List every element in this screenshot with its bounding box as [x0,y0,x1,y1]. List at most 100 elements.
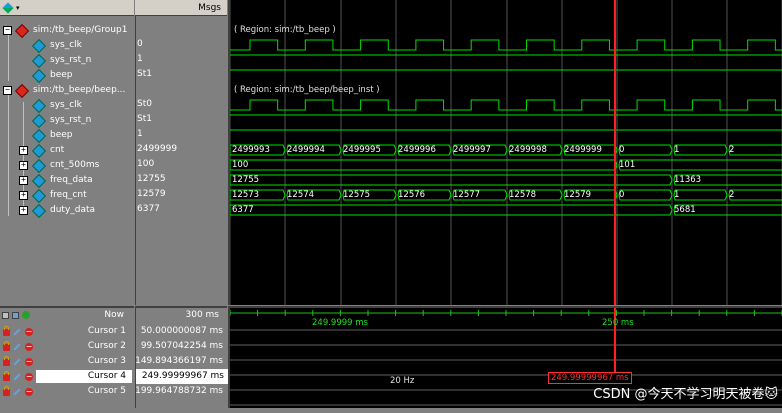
edit-icon[interactable] [13,388,21,396]
remove-icon[interactable]: − [25,343,33,351]
cursor-value: 50.000000087 ms [140,326,223,336]
cursor-value: 99.507042254 ms [140,341,223,351]
remove-icon[interactable]: − [25,328,33,336]
add-cursor-icon[interactable] [2,312,9,319]
bus-freq-cnt-segment [728,189,782,201]
tree-label: sys_clk [50,100,82,110]
tree-row-freq-cnt[interactable]: + freq_cnt [0,188,134,204]
dropdown-arrow-icon[interactable]: ▾ [16,4,20,12]
edit-icon[interactable] [13,358,21,366]
cursor-toolbar-icon[interactable] [12,312,19,319]
signal-diamond-icon [31,68,47,84]
tree-row-sys-clk[interactable]: sys_clk [0,38,134,54]
region-label-inst: ( Region: sim:/tb_beep/beep_inst ) [234,85,380,95]
bus-value: 1 [674,145,680,155]
watermark: CSDN @今天不学习明天被卷🐱 [593,387,778,402]
bus-value: 1 [674,190,680,200]
bus-value: 0 [619,145,625,155]
bus-cnt-segment [673,144,728,156]
tree-row-inst-sys-clk[interactable]: sys_clk [0,98,134,114]
msgs-header: Msgs [135,0,227,16]
tree-row-group1[interactable]: − sim:/tb_beep/Group1 [0,23,134,39]
cursor-value: 149.894366197 ms [135,356,223,366]
cursor-label: Cursor 4 [87,371,126,381]
bus-value: 12578 [509,190,537,200]
tree-label: sys_rst_n [50,115,92,125]
signal-diamond-icon [31,128,47,144]
cursor-value-selected[interactable]: 249.99999967 ms [136,369,228,384]
signal-tree: − sim:/tb_beep/Group1 sys_clk sys_rst_n … [0,16,134,306]
signal-diamond-icon [31,38,47,54]
clock-wave [230,39,782,51]
bus-value: 12575 [343,190,371,200]
bus-value: 2499996 [398,145,436,155]
timeline-right-label: 250 ms [602,318,634,328]
tree-row-beep[interactable]: beep [0,68,134,84]
tree-row-inst-beep[interactable]: beep [0,128,134,144]
tree-row-freq-data[interactable]: + freq_data [0,173,134,189]
value-cell: 2499999 [137,144,178,154]
edit-icon[interactable] [13,373,21,381]
wave-toolbar-icon[interactable] [2,2,14,14]
collapse-icon[interactable]: − [3,86,12,95]
expand-icon[interactable]: + [19,146,28,155]
value-cell: 100 [137,159,155,169]
tree-label: cnt_500ms [50,160,100,170]
lock-icon[interactable] [3,371,10,381]
value-cell: 12755 [137,174,166,184]
lock-icon[interactable] [3,341,10,351]
cursor-row-selected[interactable]: − Cursor 4 [0,369,134,384]
bus-value: 12579 [564,190,592,200]
add-icon[interactable] [22,311,30,319]
bus-cnt-segment [728,144,782,156]
remove-icon[interactable]: − [25,388,33,396]
tree-label: duty_data [50,205,96,215]
edit-icon[interactable] [13,343,21,351]
waveform-panel[interactable]: ( Region: sim:/tb_beep ) ( Region: sim:/… [228,0,782,305]
tree-row-cnt-500ms[interactable]: + cnt_500ms [0,158,134,174]
cursor-label: Cursor 3 [87,356,126,366]
bus-value: 2499999 [564,145,602,155]
bus-diamond-icon [31,158,47,174]
delta-label: 20 Hz [390,376,415,386]
expand-icon[interactable]: + [19,191,28,200]
tree-row-beep-inst[interactable]: − sim:/tb_beep/beep... [0,83,134,99]
bus-value: 2 [729,145,735,155]
bus-value: 5681 [674,205,696,215]
tree-row-duty-data[interactable]: + duty_data [0,203,134,219]
remove-icon[interactable]: − [25,373,33,381]
tree-row-cnt[interactable]: + cnt [0,143,134,159]
tree-label: sim:/tb_beep/Group1 [33,25,128,35]
tree-header: ▾ [0,0,134,16]
cursor-row[interactable]: − Cursor 2 [0,339,134,354]
lock-icon[interactable] [3,386,10,396]
tree-row-sys-rst-n[interactable]: sys_rst_n [0,53,134,69]
edit-icon[interactable] [13,328,21,336]
signal-diamond-icon [31,53,47,69]
lock-icon[interactable] [3,326,10,336]
tree-label: sim:/tb_beep/beep... [33,85,126,95]
group-diamond-icon [14,83,30,99]
expand-icon[interactable]: + [19,206,28,215]
cursor-value: 199.964788732 ms [135,386,223,396]
bus-value: 2499993 [232,145,270,155]
now-label: Now [104,310,124,320]
remove-icon[interactable]: − [25,358,33,366]
bus-diamond-icon [31,143,47,159]
tree-row-inst-sys-rst-n[interactable]: sys_rst_n [0,113,134,129]
lock-icon[interactable] [3,356,10,366]
collapse-icon[interactable]: − [3,26,12,35]
value-cell: St1 [137,114,152,124]
bus-value: 12576 [398,190,426,200]
cursor-row[interactable]: − Cursor 3 [0,354,134,369]
bus-value: 0 [619,190,625,200]
expand-icon[interactable]: + [19,176,28,185]
bus-value: 2499997 [453,145,491,155]
bus-freq-cnt-segment [673,189,728,201]
expand-icon[interactable]: + [19,161,28,170]
bus-cnt-500ms-segment [230,159,618,171]
bus-value: 6377 [232,205,254,215]
group-diamond-icon [14,23,30,39]
cursor-row[interactable]: − Cursor 5 [0,384,134,399]
cursor-row[interactable]: − Cursor 1 [0,324,134,339]
